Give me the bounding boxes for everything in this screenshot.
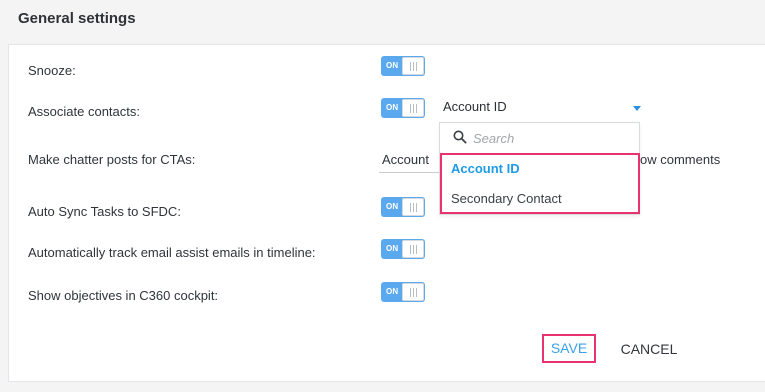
search-icon — [453, 130, 467, 144]
toggle-on-text: ON — [386, 244, 399, 253]
chatter-comments-text: ow comments — [640, 152, 721, 167]
page-header: General settings — [0, 0, 765, 44]
associate-contacts-label: Associate contacts: — [28, 104, 140, 119]
toggle-knob — [402, 198, 424, 216]
toggle-on-text: ON — [386, 287, 399, 296]
save-button[interactable]: SAVE — [542, 334, 596, 363]
associate-contacts-select[interactable]: Account ID — [443, 99, 641, 119]
chevron-down-icon — [633, 106, 641, 111]
select-value: Account ID — [443, 99, 507, 114]
chatter-posts-label: Make chatter posts for CTAs: — [28, 152, 196, 167]
snooze-label: Snooze: — [28, 63, 76, 78]
cancel-button[interactable]: CANCEL — [615, 336, 683, 362]
toggle-knob — [402, 99, 424, 117]
associate-contacts-dropdown: Account ID Secondary Contact — [439, 122, 640, 215]
auto-sync-toggle[interactable]: ON — [381, 197, 425, 217]
email-assist-toggle[interactable]: ON — [381, 239, 425, 259]
dropdown-search — [440, 123, 639, 152]
toggle-knob — [402, 283, 424, 301]
objectives-label: Show objectives in C360 cockpit: — [28, 288, 219, 303]
auto-sync-label: Auto Sync Tasks to SFDC: — [28, 204, 181, 219]
chatter-select-underline — [379, 172, 441, 173]
toggle-on-text: ON — [386, 103, 399, 112]
dropdown-search-input[interactable] — [473, 128, 633, 148]
settings-card: Snooze: ON Associate contacts: ON Accoun… — [8, 44, 765, 382]
chatter-posts-select-value[interactable]: Account — [382, 152, 429, 167]
email-assist-label: Automatically track email assist emails … — [28, 245, 316, 260]
toggle-on-text: ON — [386, 202, 399, 211]
toggle-on-text: ON — [386, 61, 399, 70]
toggle-knob — [402, 240, 424, 258]
associate-contacts-toggle[interactable]: ON — [381, 98, 425, 118]
page-title: General settings — [18, 10, 136, 27]
dropdown-option-account-id[interactable]: Account ID — [451, 161, 520, 176]
objectives-toggle[interactable]: ON — [381, 282, 425, 302]
toggle-knob — [402, 57, 424, 75]
snooze-toggle[interactable]: ON — [381, 56, 425, 76]
dropdown-option-secondary-contact[interactable]: Secondary Contact — [451, 191, 562, 206]
